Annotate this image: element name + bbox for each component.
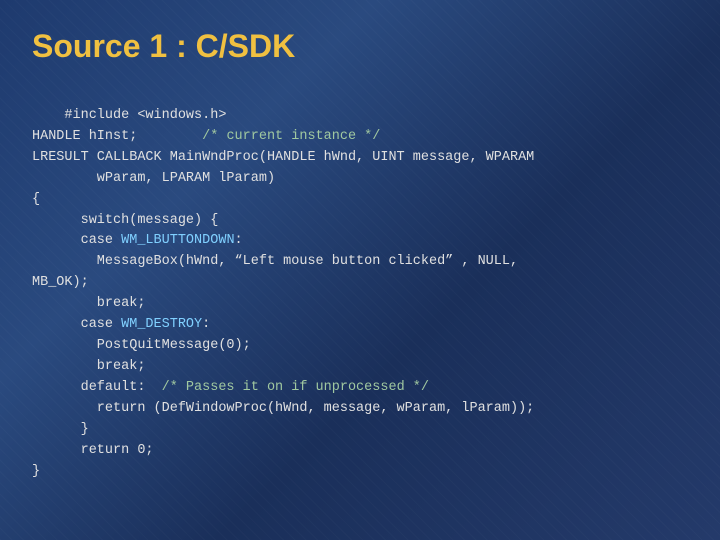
code-line-3: LRESULT CALLBACK MainWndProc(HANDLE hWnd… xyxy=(32,150,534,479)
slide-title: Source 1 : C/SDK xyxy=(32,28,688,65)
code-line-1: #include <windows.h> xyxy=(64,108,226,123)
comment-unprocessed: /* Passes it on if unprocessed */ xyxy=(162,380,429,395)
wm-lbuttondown: WM_LBUTTONDOWN xyxy=(121,233,234,248)
wm-destroy: WM_DESTROY xyxy=(121,317,202,332)
code-line-2: HANDLE hInst; /* current instance */ xyxy=(32,129,380,144)
comment-instance: /* current instance */ xyxy=(202,129,380,144)
slide: Source 1 : C/SDK #include <windows.h> HA… xyxy=(0,0,720,540)
code-block: #include <windows.h> HANDLE hInst; /* cu… xyxy=(32,85,688,503)
